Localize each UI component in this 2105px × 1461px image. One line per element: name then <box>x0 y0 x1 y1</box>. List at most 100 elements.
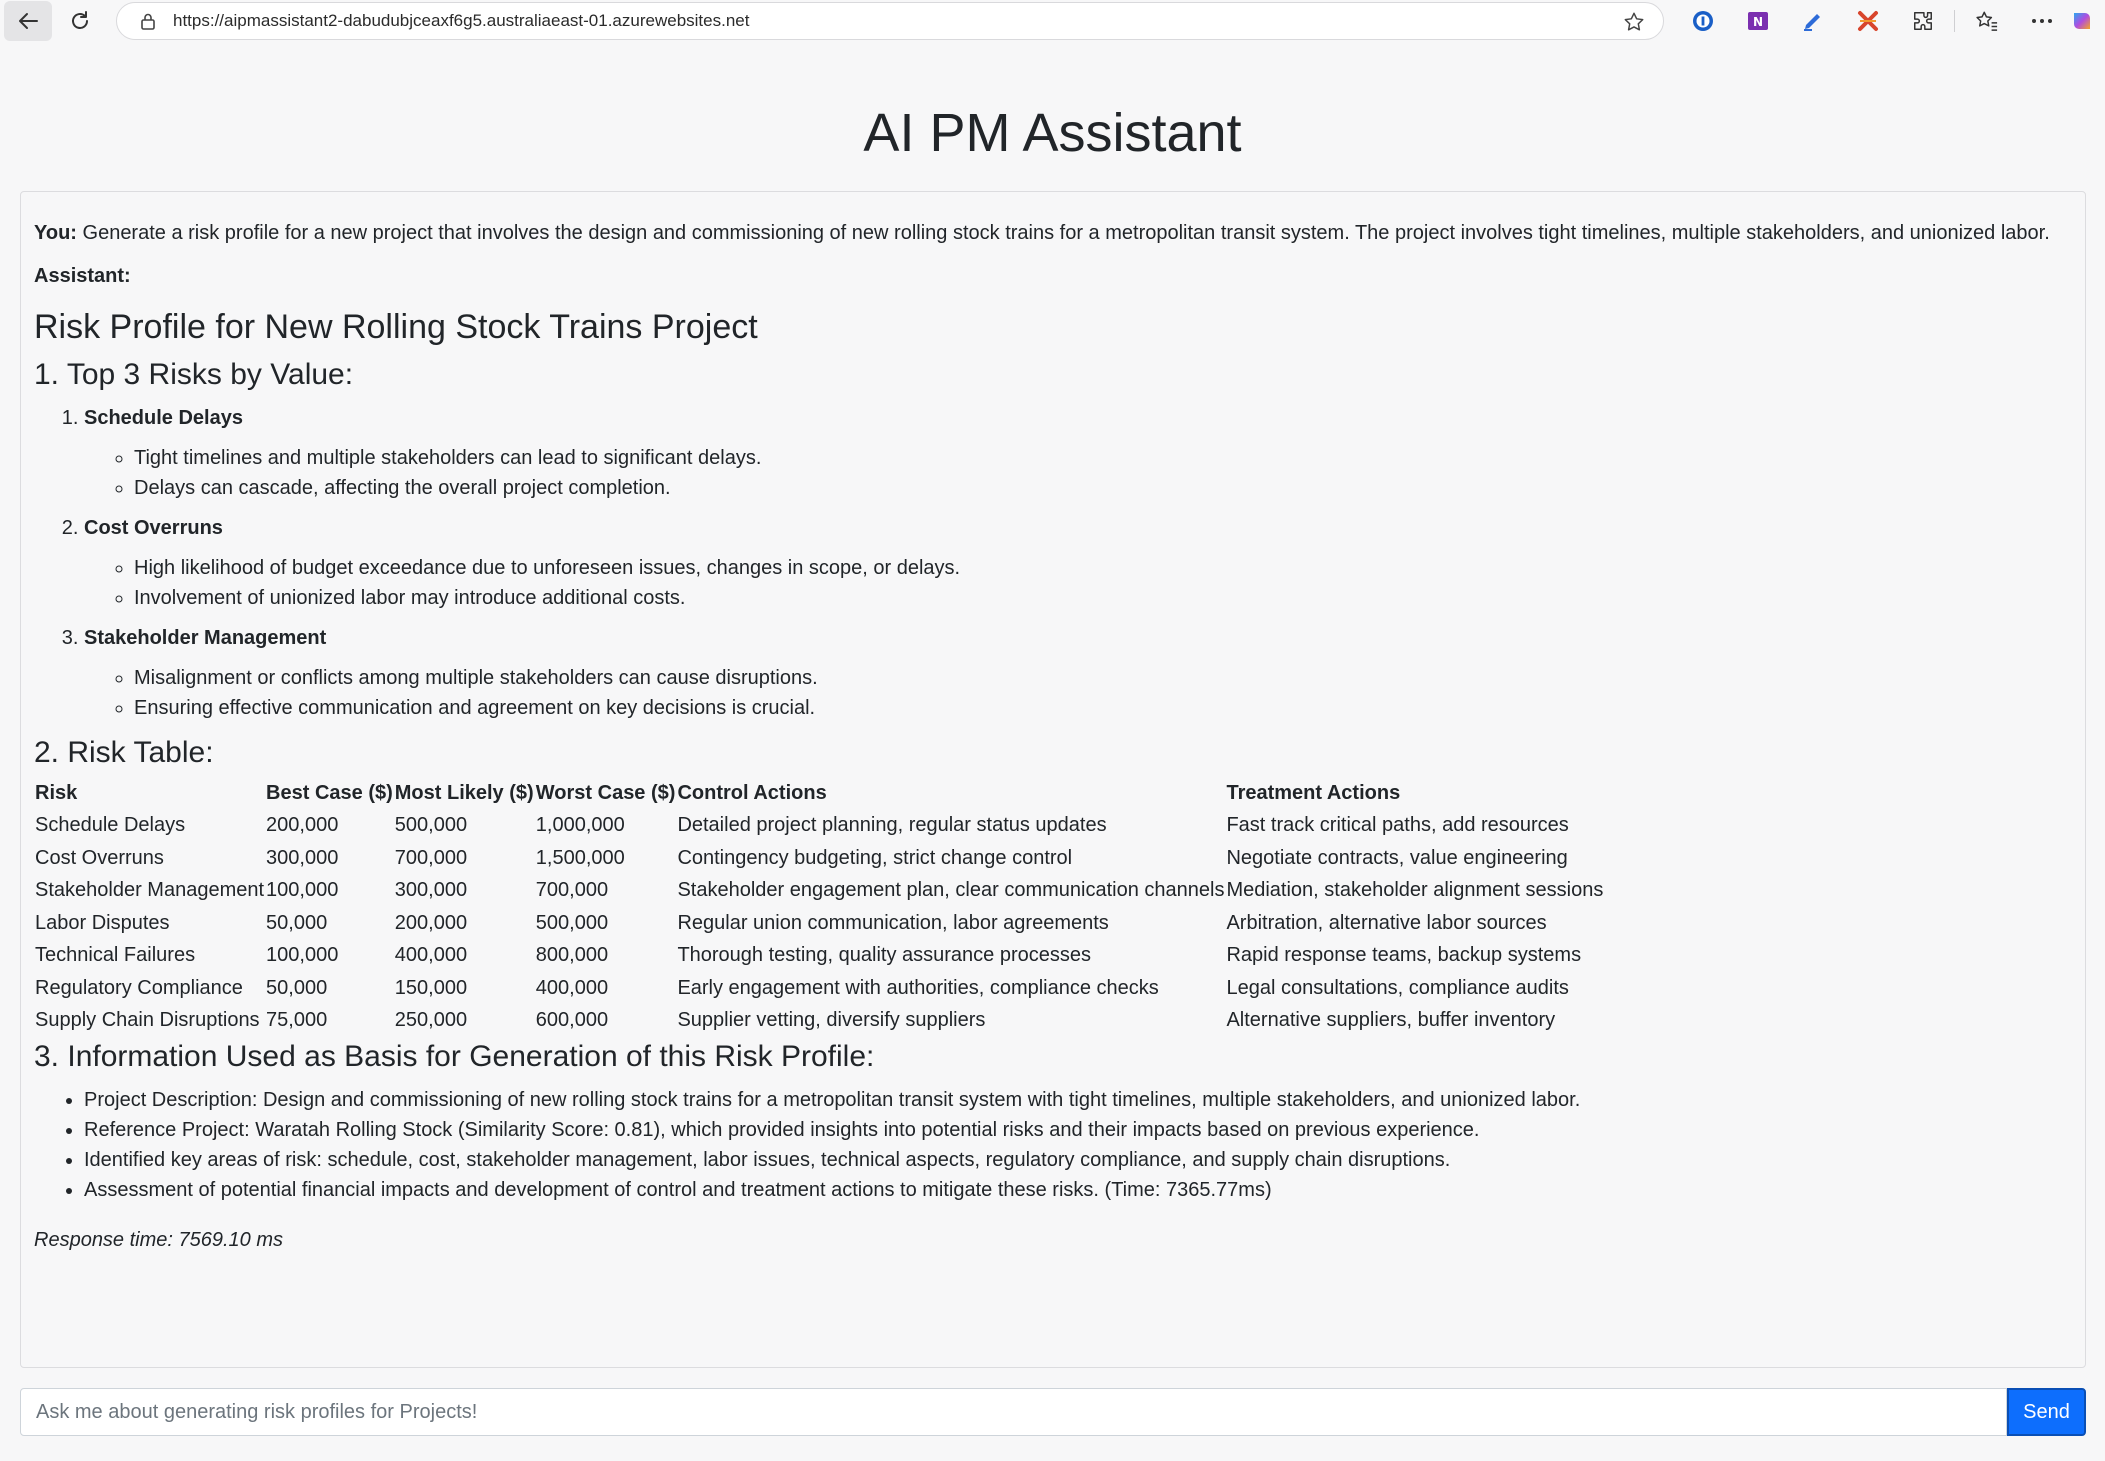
x-extension-icon[interactable] <box>1840 0 1895 42</box>
basis-list: Project Description: Design and commissi… <box>84 1085 2072 1205</box>
pen-extension-icon[interactable] <box>1785 0 1840 42</box>
section-basis-heading: 3. Information Used as Basis for Generat… <box>34 1039 875 1073</box>
table-cell: Stakeholder engagement plan, clear commu… <box>677 879 1225 901</box>
table-cell: Early engagement with authorities, compl… <box>677 976 1159 999</box>
list-item: Project Description: Design and commissi… <box>84 1085 2072 1115</box>
back-arrow-icon <box>19 13 38 29</box>
table-row: Supply Chain Disruptions 75,000 250,000 … <box>34 1004 1604 1037</box>
more-menu-icon[interactable] <box>2014 0 2069 42</box>
table-cell: Arbitration, alternative labor sources <box>1226 911 1547 934</box>
assistant-message: Risk Profile for New Rolling Stock Train… <box>34 305 2072 1255</box>
user-label: You: <box>34 222 77 244</box>
risk-name: Stakeholder Management <box>84 627 327 649</box>
lock-icon[interactable] <box>137 12 159 30</box>
table-cell: 300,000 <box>394 879 468 901</box>
table-cell: Supplier vetting, diversify suppliers <box>677 1009 986 1031</box>
table-cell: Technical Failures <box>35 944 196 966</box>
table-cell: 800,000 <box>535 944 609 966</box>
table-cell: 700,000 <box>535 879 609 901</box>
table-cell: Alternative suppliers, buffer inventory <box>1226 1009 1556 1031</box>
copilot-icon[interactable] <box>2069 0 2099 42</box>
address-bar[interactable]: https://aipmassistant2-dabudubjceaxf6g5.… <box>116 2 1664 40</box>
address-url[interactable]: https://aipmassistant2-dabudubjceaxf6g5.… <box>173 11 749 31</box>
onenote-icon[interactable]: N <box>1730 0 1785 42</box>
table-cell: 500,000 <box>394 814 468 836</box>
table-cell: 75,000 <box>266 1009 328 1031</box>
table-cell: Detailed project planning, regular statu… <box>677 814 1107 836</box>
risk-name: Schedule Delays <box>84 407 243 429</box>
column-header-most-likely: Most Likely ($) <box>394 782 534 804</box>
user-message: You: Generate a risk profile for a new p… <box>34 218 2072 248</box>
favorite-star-icon[interactable] <box>1623 11 1645 38</box>
chat-history[interactable]: You: Generate a risk profile for a new p… <box>20 191 2086 1368</box>
list-item: Misalignment or conflicts among multiple… <box>134 663 2072 693</box>
table-cell: 50,000 <box>266 911 328 934</box>
top-risks-list: Schedule Delays Tight timelines and mult… <box>84 403 2072 723</box>
table-cell: Labor Disputes <box>35 911 170 934</box>
table-cell: 100,000 <box>266 944 339 966</box>
table-cell: 600,000 <box>535 1009 609 1031</box>
table-cell: 500,000 <box>535 911 609 934</box>
refresh-button[interactable] <box>56 1 104 41</box>
table-cell: 250,000 <box>394 1009 468 1031</box>
table-cell: Supply Chain Disruptions <box>35 1009 260 1031</box>
table-cell: Regulatory Compliance <box>35 976 243 999</box>
list-item: Identified key areas of risk: schedule, … <box>84 1145 2072 1175</box>
risk-points: Tight timelines and multiple stakeholder… <box>134 443 2072 503</box>
table-cell: 400,000 <box>535 976 609 999</box>
table-row: Schedule Delays 200,000 500,000 1,000,00… <box>34 809 1604 842</box>
column-header-treatment-actions: Treatment Actions <box>1226 782 1401 804</box>
risk-points: Misalignment or conflicts among multiple… <box>134 663 2072 723</box>
list-item: Involvement of unionized labor may intro… <box>134 583 2072 613</box>
refresh-icon <box>72 11 88 29</box>
list-item: Schedule Delays Tight timelines and mult… <box>84 403 2072 503</box>
table-cell: 200,000 <box>266 814 339 836</box>
extensions-puzzle-icon[interactable] <box>1895 0 1950 42</box>
table-cell: Cost Overruns <box>35 846 164 869</box>
table-cell: 100,000 <box>266 879 339 901</box>
table-cell: Stakeholder Management <box>35 879 265 901</box>
table-cell: 50,000 <box>266 976 328 999</box>
favorites-icon[interactable] <box>1959 0 2014 42</box>
table-row: Labor Disputes 50,000 200,000 500,000 Re… <box>34 907 1604 940</box>
table-row: Technical Failures 100,000 400,000 800,0… <box>34 939 1604 972</box>
list-item: Cost Overruns High likelihood of budget … <box>84 513 2072 613</box>
extensions-bar: N <box>1675 0 2099 42</box>
table-cell: 200,000 <box>394 911 468 934</box>
list-item: Delays can cascade, affecting the overal… <box>134 473 2072 503</box>
page-title: AI PM Assistant <box>863 103 1242 163</box>
risk-table: Risk Best Case ($) Most Likely ($) Worst… <box>34 777 1604 1037</box>
list-item: Reference Project: Waratah Rolling Stock… <box>84 1115 2072 1145</box>
table-cell: Contingency budgeting, strict change con… <box>677 846 1073 869</box>
table-cell: 400,000 <box>394 944 468 966</box>
chat-composer: Send <box>20 1388 2086 1436</box>
section-top-risks-heading: 1. Top 3 Risks by Value: <box>34 358 354 391</box>
table-cell: 1,000,000 <box>535 814 625 836</box>
table-cell: Regular union communication, labor agree… <box>677 911 1109 934</box>
user-message-text: Generate a risk profile for a new projec… <box>76 222 2050 244</box>
toolbar-divider <box>1954 10 1955 32</box>
risk-name: Cost Overruns <box>84 517 223 539</box>
table-header-row: Risk Best Case ($) Most Likely ($) Worst… <box>34 777 1604 809</box>
table-row: Stakeholder Management 100,000 300,000 7… <box>34 874 1604 907</box>
browser-toolbar: https://aipmassistant2-dabudubjceaxf6g5.… <box>0 0 2105 42</box>
section-risk-table-heading: 2. Risk Table: <box>34 736 214 769</box>
table-row: Cost Overruns 300,000 700,000 1,500,000 … <box>34 842 1604 875</box>
send-button[interactable]: Send <box>2007 1388 2086 1436</box>
list-item: Tight timelines and multiple stakeholder… <box>134 443 2072 473</box>
column-header-worst-case: Worst Case ($) <box>535 782 676 804</box>
column-header-control-actions: Control Actions <box>677 782 827 804</box>
password-manager-icon[interactable] <box>1675 0 1730 42</box>
risk-points: High likelihood of budget exceedance due… <box>134 553 2072 613</box>
column-header-risk: Risk <box>35 782 78 804</box>
list-item: Stakeholder Management Misalignment or c… <box>84 623 2072 723</box>
response-title: Risk Profile for New Rolling Stock Train… <box>34 308 758 346</box>
column-header-best-case: Best Case ($) <box>266 782 393 804</box>
back-button[interactable] <box>4 1 52 41</box>
list-item: Assessment of potential financial impact… <box>84 1175 2072 1205</box>
table-cell: 150,000 <box>394 976 468 999</box>
chat-input[interactable] <box>20 1388 2007 1436</box>
table-cell: Negotiate contracts, value engineering <box>1226 846 1568 869</box>
table-cell: Legal consultations, compliance audits <box>1226 976 1569 999</box>
response-time: Response time: 7569.10 ms <box>34 1228 284 1251</box>
